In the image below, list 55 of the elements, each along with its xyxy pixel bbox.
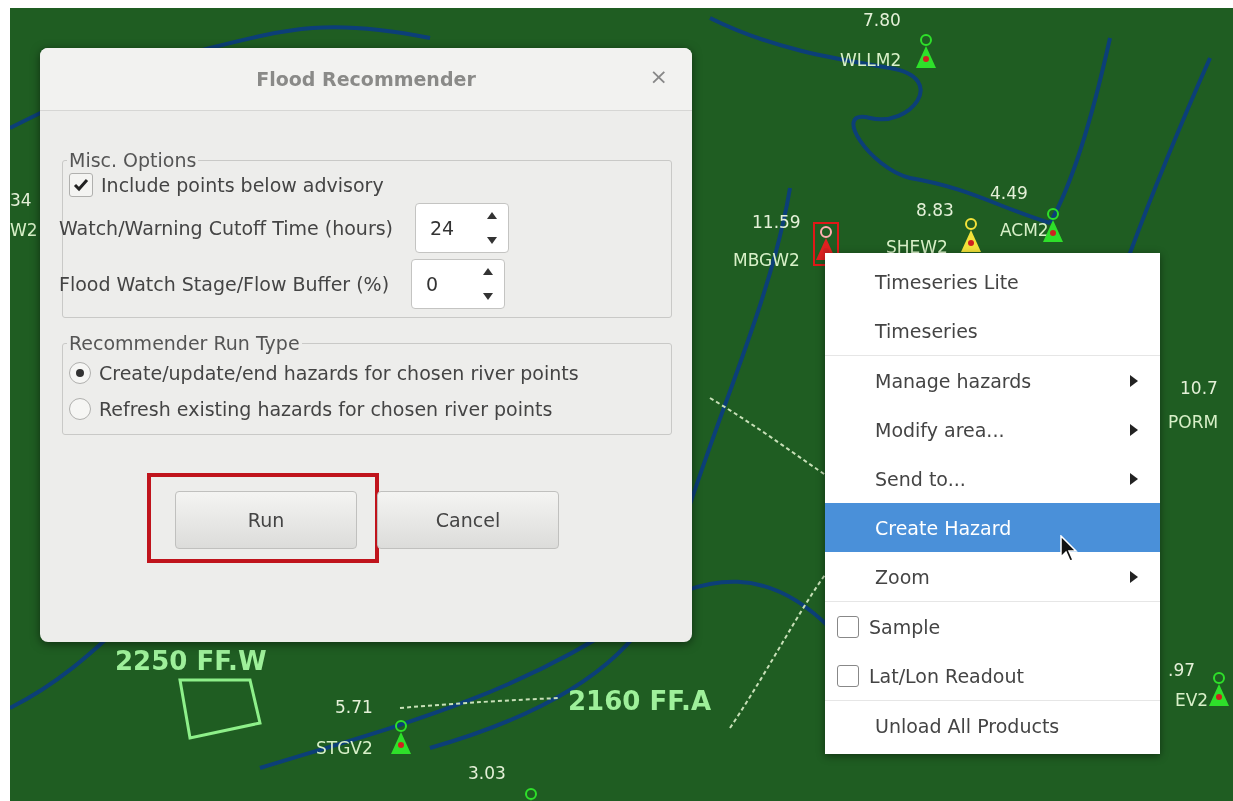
station-label: WLLM2 — [840, 50, 902, 70]
radio-label: Refresh existing hazards for chosen river points — [99, 398, 553, 420]
hazard-label: 2250 FF.W — [115, 646, 267, 676]
field-label: Watch/Warning Cutoff Time (hours) — [59, 217, 393, 239]
radio-button[interactable] — [69, 362, 91, 384]
menu-item[interactable]: Timeseries Lite — [825, 257, 1160, 306]
up-arrow-icon[interactable] — [483, 268, 494, 275]
spin-field[interactable]: 0 — [411, 259, 506, 309]
station-label: W2 — [10, 220, 38, 240]
radio-label: Create/update/end hazards for chosen river points — [99, 362, 579, 384]
stage-value: .97 — [1168, 660, 1196, 680]
field-label: Flood Watch Stage/Flow Buffer (%) — [59, 273, 390, 295]
station-label: ACM2 — [1000, 220, 1049, 240]
stage-value: 34 — [10, 190, 32, 210]
menu-item[interactable]: Lat/Lon Readout — [825, 651, 1160, 700]
menu-item[interactable]: Send to... — [825, 454, 1160, 503]
station-label: MBGW2 — [733, 250, 800, 270]
down-arrow-icon[interactable] — [483, 293, 494, 300]
menu-item[interactable]: Sample — [825, 602, 1160, 651]
menu-item[interactable]: Unload All Products — [825, 701, 1160, 750]
checkbox[interactable] — [837, 615, 859, 638]
submenu-arrow-icon — [1130, 472, 1138, 485]
stage-value: 10.7 — [1180, 378, 1218, 398]
dialog-title: Flood Recommender — [256, 68, 476, 90]
up-arrow-icon[interactable] — [487, 212, 497, 219]
radio-button[interactable] — [69, 398, 91, 420]
hazard-label: 2160 FF.A — [568, 686, 712, 716]
stage-value: 11.59 — [752, 212, 801, 232]
station-label: PORM — [1168, 412, 1219, 432]
stage-value: 7.80 — [863, 10, 901, 30]
checkbox[interactable] — [69, 173, 93, 197]
stage-value: 5.71 — [335, 697, 373, 717]
submenu-arrow-icon — [1130, 570, 1138, 583]
group-title: Recommender Run Type — [68, 332, 301, 354]
run-button[interactable]: Run — [175, 491, 357, 549]
checkbox[interactable] — [837, 664, 859, 687]
mouse-pointer-icon — [1060, 535, 1078, 563]
group-title: Misc. Options — [68, 149, 198, 171]
menu-item[interactable]: Timeseries — [825, 306, 1160, 355]
menu-item[interactable]: Manage hazards — [825, 356, 1160, 405]
stage-value: 8.83 — [916, 200, 954, 220]
menu-item[interactable]: Zoom — [825, 552, 1160, 601]
stage-value: 4.49 — [990, 183, 1028, 203]
down-arrow-icon[interactable] — [487, 237, 497, 244]
menu-item[interactable]: Modify area... — [825, 405, 1160, 454]
checkbox-label: Include points below advisory — [101, 174, 384, 196]
submenu-arrow-icon — [1130, 423, 1138, 436]
station-label: EV2 — [1175, 690, 1209, 710]
station-label: SHEW2 — [886, 237, 948, 257]
station-label: STGV2 — [316, 738, 373, 758]
checkmark-icon — [73, 178, 89, 192]
spin-field[interactable]: 24 — [415, 203, 509, 253]
submenu-arrow-icon — [1130, 374, 1138, 387]
stage-value: 3.03 — [468, 763, 506, 783]
cancel-button[interactable]: Cancel — [377, 491, 559, 549]
